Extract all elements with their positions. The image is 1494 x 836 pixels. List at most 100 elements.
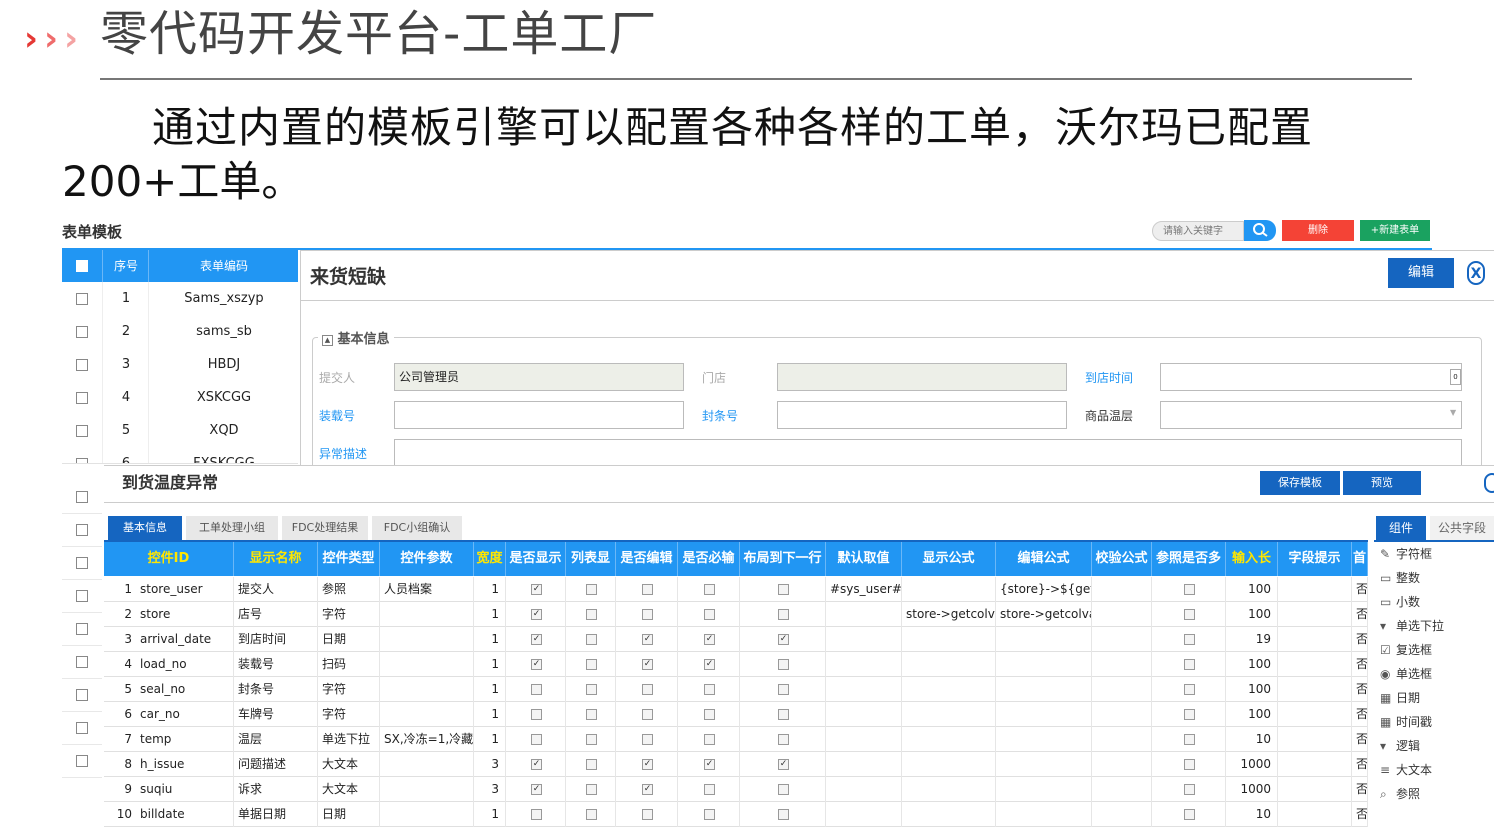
ref-multi-checkbox[interactable] (1184, 784, 1195, 795)
required-checkbox[interactable] (704, 709, 715, 720)
load-no-field[interactable] (394, 401, 684, 429)
list-visible-checkbox[interactable] (586, 809, 597, 820)
visible-checkbox[interactable] (531, 734, 542, 745)
column-header-control-param[interactable]: 控件参数 (380, 542, 474, 576)
list-visible-checkbox[interactable] (586, 609, 597, 620)
editable-checkbox[interactable]: ✓ (642, 759, 653, 770)
visible-checkbox[interactable]: ✓ (531, 659, 542, 670)
editable-checkbox[interactable] (642, 709, 653, 720)
layout-next-line-checkbox[interactable] (778, 709, 789, 720)
column-header-display-formula[interactable]: 显示公式 (902, 542, 996, 576)
editable-checkbox[interactable] (642, 809, 653, 820)
ref-multi-checkbox[interactable] (1184, 759, 1195, 770)
component-item[interactable]: ▦ 时间戳 (1380, 714, 1432, 730)
preview-button[interactable]: 预览 (1343, 471, 1421, 495)
editable-checkbox[interactable] (642, 684, 653, 695)
required-checkbox[interactable] (704, 784, 715, 795)
column-header-list-visible[interactable]: 列表显 (566, 542, 616, 576)
column-header-ref-multi[interactable]: 参照是否多 (1152, 542, 1226, 576)
template-row[interactable]: 3 HBDJ (62, 348, 298, 382)
column-header-edit-formula[interactable]: 编辑公式 (996, 542, 1092, 576)
row-checkbox[interactable] (76, 425, 88, 437)
store-field[interactable] (777, 363, 1067, 391)
component-item[interactable]: ✎ 字符框 (1380, 546, 1432, 562)
layout-next-line-checkbox[interactable]: ✓ (778, 759, 789, 770)
delete-button[interactable]: 删除 (1282, 220, 1354, 241)
list-visible-checkbox[interactable] (586, 734, 597, 745)
visible-checkbox[interactable]: ✓ (531, 759, 542, 770)
template-row[interactable]: 2 sams_sb (62, 315, 298, 349)
template-row[interactable]: 6 FXSKCGG (62, 447, 298, 464)
visible-checkbox[interactable] (531, 684, 542, 695)
layout-next-line-checkbox[interactable] (778, 684, 789, 695)
temperature-select[interactable] (1160, 401, 1462, 429)
search-input[interactable]: 请输入关键字 (1152, 221, 1244, 241)
list-visible-checkbox[interactable] (586, 684, 597, 695)
table-row[interactable]: 4 load_no 装载号 扫码 1 ✓ ✓ ✓ 100 否 (104, 652, 1368, 677)
table-row[interactable]: 1 store_user 提交人 参照 人员档案 1 ✓ #sys_user# {store}-… (104, 577, 1368, 602)
table-row[interactable]: 8 h_issue 问题描述 大文本 3 ✓ ✓ ✓ ✓ 1000 否 (104, 752, 1368, 777)
template-row[interactable]: 4 XSKCGG (62, 381, 298, 415)
tab-public-fields[interactable]: 公共字段 (1430, 516, 1494, 540)
ref-multi-checkbox[interactable] (1184, 609, 1195, 620)
column-header-display-name[interactable]: 显示名称 (234, 542, 318, 576)
layout-next-line-checkbox[interactable] (778, 659, 789, 670)
template-row[interactable]: 1 Sams_xszyp (62, 282, 298, 316)
row-checkbox[interactable] (76, 392, 88, 404)
component-item[interactable]: ☑ 复选框 (1380, 642, 1432, 658)
row-checkbox[interactable] (76, 458, 88, 463)
required-checkbox[interactable]: ✓ (704, 659, 715, 670)
column-header-editable[interactable]: 是否编辑 (616, 542, 678, 576)
fieldset-title[interactable]: ▲ 基本信息 (318, 328, 394, 347)
list-visible-checkbox[interactable] (586, 584, 597, 595)
new-form-button[interactable]: +新建表单 (1360, 220, 1430, 241)
table-row[interactable]: 2 store 店号 字符 1 ✓ store->getcolva store->getcol… (104, 602, 1368, 627)
component-item[interactable]: ▭ 小数 (1380, 594, 1420, 610)
tab-basic-info[interactable]: 基本信息 (108, 516, 182, 540)
ref-multi-checkbox[interactable] (1184, 684, 1195, 695)
component-item[interactable]: ▾ 单选下拉 (1380, 618, 1444, 634)
component-item[interactable]: ▭ 整数 (1380, 570, 1420, 586)
list-visible-checkbox[interactable] (586, 759, 597, 770)
required-checkbox[interactable] (704, 609, 715, 620)
list-visible-checkbox[interactable] (586, 659, 597, 670)
save-template-button[interactable]: 保存模板 (1260, 471, 1340, 495)
required-checkbox[interactable] (704, 809, 715, 820)
required-checkbox[interactable] (704, 734, 715, 745)
template-row[interactable]: 5 XQD (62, 414, 298, 448)
row-checkbox[interactable] (76, 326, 88, 338)
tab-fdc-result[interactable]: FDC处理结果 (282, 516, 368, 540)
submitter-field[interactable]: 公司管理员 (394, 363, 684, 391)
layout-next-line-checkbox[interactable]: ✓ (778, 634, 789, 645)
ref-multi-checkbox[interactable] (1184, 734, 1195, 745)
required-checkbox[interactable]: ✓ (704, 634, 715, 645)
visible-checkbox[interactable] (531, 809, 542, 820)
visible-checkbox[interactable]: ✓ (531, 584, 542, 595)
editable-checkbox[interactable] (642, 584, 653, 595)
column-header-input-length[interactable]: 输入长 (1226, 542, 1278, 576)
column-header-field-hint[interactable]: 字段提示 (1278, 542, 1352, 576)
seal-no-field[interactable] (777, 401, 1067, 429)
column-header-visible[interactable]: 是否显示 (506, 542, 566, 576)
layout-next-line-checkbox[interactable] (778, 609, 789, 620)
column-header-layout-next-line[interactable]: 布局到下一行 (740, 542, 826, 576)
table-row[interactable]: 10 billdate 单据日期 日期 1 10 否 (104, 802, 1368, 827)
ref-multi-checkbox[interactable] (1184, 634, 1195, 645)
column-header-validation-formula[interactable]: 校验公式 (1092, 542, 1152, 576)
column-header-default-value[interactable]: 默认取值 (826, 542, 902, 576)
editable-checkbox[interactable]: ✓ (642, 659, 653, 670)
column-header-required[interactable]: 是否必输 (678, 542, 740, 576)
table-row[interactable]: 6 car_no 车牌号 字符 1 100 否 (104, 702, 1368, 727)
editable-checkbox[interactable]: ✓ (642, 634, 653, 645)
editable-checkbox[interactable]: ✓ (642, 784, 653, 795)
table-row[interactable]: 9 suqiu 诉求 大文本 3 ✓ ✓ 1000 否 (104, 777, 1368, 802)
row-checkbox[interactable] (76, 359, 88, 371)
select-all-checkbox[interactable] (76, 260, 88, 272)
editable-checkbox[interactable] (642, 609, 653, 620)
visible-checkbox[interactable]: ✓ (531, 634, 542, 645)
layout-next-line-checkbox[interactable] (778, 584, 789, 595)
column-header-width[interactable]: 宽度 (474, 542, 506, 576)
required-checkbox[interactable] (704, 684, 715, 695)
table-row[interactable]: 3 arrival_date 到店时间 日期 1 ✓ ✓ ✓ ✓ 19 否 (104, 627, 1368, 652)
search-button[interactable] (1244, 220, 1276, 241)
